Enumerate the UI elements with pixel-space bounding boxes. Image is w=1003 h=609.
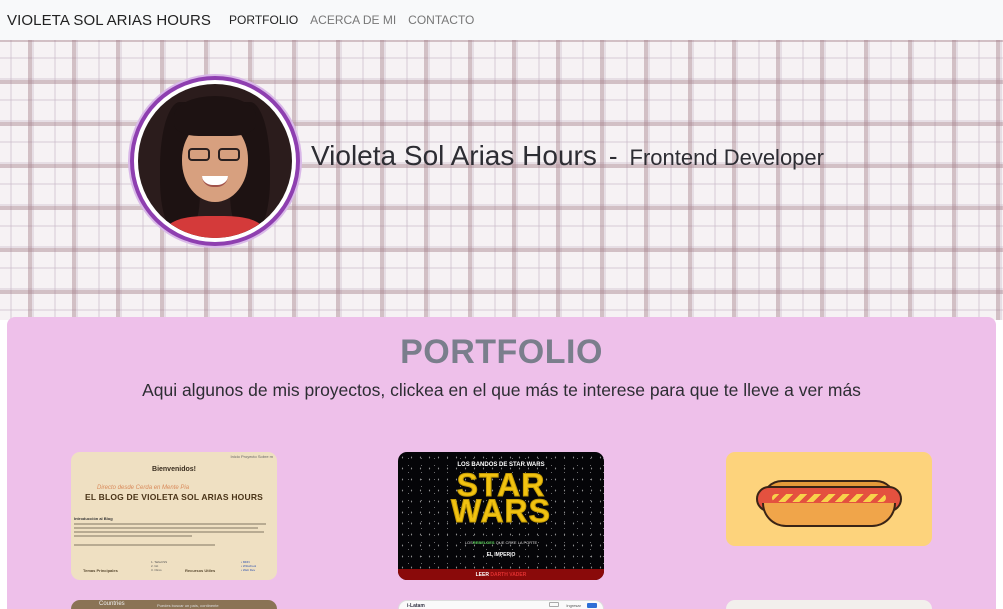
hero-title: Violeta Sol Arias Hours - Frontend Devel… <box>311 140 824 172</box>
hotdog-icon <box>756 470 902 530</box>
blog-thumb-footer-left: Temas Principales <box>83 568 118 573</box>
nav-link-acerca-de-mi[interactable]: ACERCA DE MI <box>310 13 396 27</box>
blog-thumb-list-right: • MDN • W3school • Web Dev <box>241 560 257 572</box>
blog-thumb-text-lines <box>74 523 270 548</box>
latam-thumb-button <box>587 603 597 608</box>
project-card-hotdog[interactable] <box>726 452 932 546</box>
profile-photo <box>138 84 292 238</box>
starwars-rebels-line: LOSREBELDES QUE CREE LA PORTE <box>398 540 604 545</box>
starwars-vader-highlight: DARTH VADER <box>490 572 527 578</box>
project-card-latam[interactable]: i-Latam Ingresar <box>398 600 604 609</box>
countries-thumb-title: Countries <box>99 601 125 607</box>
starwars-logo: STAR WARS <box>398 469 604 529</box>
latam-thumb-field <box>549 602 559 607</box>
starwars-vader-line: LEER DARTH VADER <box>398 572 604 578</box>
portfolio-subtitle: Aqui algunos de mis proyectos, clickea e… <box>142 380 861 400</box>
project-card-blog[interactable]: Inicio Proyecto Sobre m Bienvenidos! Dir… <box>71 452 277 580</box>
project-card-star-wars[interactable]: LOS BANDOS DE STAR WARS STAR WARS LOSREB… <box>398 452 604 580</box>
portfolio-section: PORTFOLIO Aqui algunos de mis proyectos,… <box>7 317 996 609</box>
navbar: VIOLETA SOL ARIAS HOURS PORTFOLIO ACERCA… <box>0 0 1003 40</box>
latam-thumb-link: Ingresar <box>566 603 581 608</box>
starwars-rebels-highlight: REBELDES <box>472 540 495 545</box>
blog-thumb-list-left: 1. TailwCSS 2. Git 3. Otros <box>151 560 168 572</box>
hero-separator: - <box>608 141 618 171</box>
latam-thumb-logo: i-Latam <box>407 603 425 609</box>
project-card-sixth[interactable] <box>726 600 932 609</box>
starwars-rebels-suffix: QUE CREE LA PORTE <box>495 540 538 545</box>
portfolio-title: PORTFOLIO <box>400 333 603 371</box>
starwars-empire: EL IMPERIO <box>486 552 516 558</box>
hero-banner: Violeta Sol Arias Hours - Frontend Devel… <box>0 40 1003 320</box>
nav-link-portfolio[interactable]: PORTFOLIO <box>229 13 298 27</box>
countries-thumb-tagline: Puedes buscar un país, continente <box>157 603 219 608</box>
blog-thumb-footer-right: Recursos Utiles <box>185 568 216 573</box>
blog-thumb-script: Directo desde Cerda en Mente Pia <box>97 485 190 491</box>
hero-name: Violeta Sol Arias Hours <box>311 140 597 171</box>
starwars-logo-line2: WARS <box>451 493 551 529</box>
starwars-vader-prefix: LEER <box>475 572 489 578</box>
nav-link-contacto[interactable]: CONTACTO <box>408 13 474 27</box>
hero-role: Frontend Developer <box>629 145 824 170</box>
blog-thumb-intro: Introducción al Blog <box>74 516 113 521</box>
starwars-rebels-prefix: LOS <box>464 540 473 545</box>
blog-thumb-nav: Inicio Proyecto Sobre m <box>230 454 273 459</box>
project-card-countries[interactable]: Countries Puedes buscar un país, contine… <box>71 600 277 609</box>
blog-thumb-title: EL BLOG DE VIOLETA SOL ARIAS HOURS <box>84 492 264 502</box>
brand-link[interactable]: VIOLETA SOL ARIAS HOURS <box>7 12 211 29</box>
avatar <box>130 76 300 246</box>
blog-thumb-welcome: Bienvenidos! <box>152 466 196 473</box>
